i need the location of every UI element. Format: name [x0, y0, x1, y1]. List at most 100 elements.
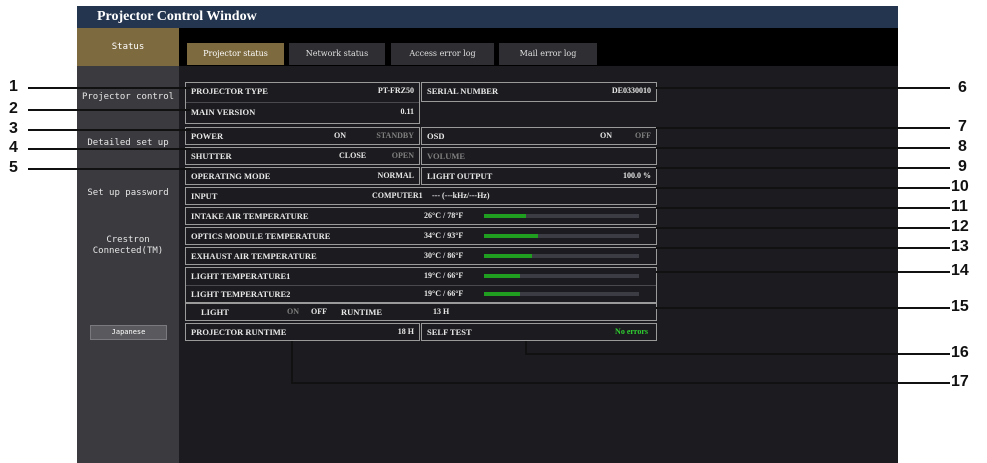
callout-number: 10	[951, 178, 969, 195]
tab-network-status[interactable]: Network status	[289, 43, 385, 65]
runtime-label: RUNTIME	[341, 307, 383, 317]
callout-number: 1	[9, 78, 18, 95]
projector-type-panel: PROJECTOR TYPE PT-FRZ50 MAIN VERSION 0.1…	[185, 82, 420, 124]
callout-line	[291, 341, 293, 384]
volume-label: VOLUME	[427, 151, 466, 161]
tab-bar: Projector status Network status Access e…	[179, 28, 898, 66]
callout-number: 15	[951, 298, 969, 315]
temp-bar	[484, 254, 639, 258]
divider	[186, 285, 656, 286]
temp-label: LIGHT TEMPERATURE1	[191, 271, 291, 281]
power-standby: STANDBY	[376, 131, 414, 140]
tab-mail-error-log[interactable]: Mail error log	[499, 43, 597, 65]
temp-bar-fill	[484, 214, 526, 218]
tab-access-error-log[interactable]: Access error log	[391, 43, 494, 65]
callout-line	[656, 127, 950, 129]
sidebar-item-status[interactable]: Status	[77, 28, 179, 66]
temp-bar-fill	[484, 234, 539, 238]
callout-number: 11	[951, 198, 968, 215]
light-output-panel: LIGHT OUTPUT 100.0 %	[421, 167, 657, 185]
callout-line	[656, 187, 950, 189]
callout-line	[28, 109, 191, 111]
callout-line	[656, 271, 950, 273]
callout-line	[656, 87, 950, 89]
callout-number: 14	[951, 262, 969, 279]
temp-label: OPTICS MODULE TEMPERATURE	[191, 231, 331, 241]
temp-value: 19°C / 66°F	[424, 271, 464, 280]
intake-temp-panel: INTAKE AIR TEMPERATURE 26°C / 78°F	[185, 207, 657, 225]
temp-value: 26°C / 78°F	[424, 211, 464, 220]
self-test-panel: SELF TEST No errors	[421, 323, 657, 341]
self-test-value: No errors	[615, 327, 648, 336]
input-signal: --- (---kHz/---Hz)	[432, 191, 490, 200]
temp-bar-fill	[484, 292, 520, 296]
self-test-label: SELF TEST	[427, 327, 472, 337]
callout-number: 9	[958, 158, 967, 175]
callout-number: 13	[951, 238, 969, 255]
light-label: LIGHT	[201, 307, 229, 317]
sidebar-item-label: Detailed set up	[87, 138, 169, 148]
osd-on: ON	[600, 131, 612, 140]
callout-line	[656, 227, 950, 229]
callout-number: 3	[9, 120, 18, 137]
callout-number: 5	[9, 159, 18, 176]
temp-bar-fill	[484, 254, 533, 258]
language-button[interactable]: Japanese	[90, 325, 167, 340]
sidebar-item-label: Crestron Connected(TM)	[92, 235, 164, 256]
input-panel: INPUT COMPUTER1 --- (---kHz/---Hz)	[185, 187, 657, 205]
callout-number: 12	[951, 218, 969, 235]
light-temp-panel: LIGHT TEMPERATURE1 19°C / 66°F LIGHT TEM…	[185, 267, 657, 303]
exhaust-temp-panel: EXHAUST AIR TEMPERATURE 30°C / 86°F	[185, 247, 657, 265]
shutter-panel: SHUTTER CLOSE OPEN	[185, 147, 420, 165]
light-output-label: LIGHT OUTPUT	[427, 171, 493, 181]
operating-mode-value: NORMAL	[377, 171, 414, 180]
temp-label: INTAKE AIR TEMPERATURE	[191, 211, 309, 221]
input-value: COMPUTER1	[372, 191, 423, 200]
callout-line	[656, 147, 950, 149]
main-version-value: 0.11	[400, 107, 414, 116]
callout-number: 7	[958, 118, 967, 135]
projector-type-value: PT-FRZ50	[377, 86, 414, 95]
sidebar-item-label: Projector control	[81, 92, 175, 102]
callout-line	[656, 167, 950, 169]
temp-bar-fill	[484, 274, 520, 278]
temp-bar	[484, 274, 639, 278]
osd-panel: OSD ON OFF	[421, 127, 657, 145]
power-label: POWER	[191, 131, 224, 141]
projector-runtime-label: PROJECTOR RUNTIME	[191, 327, 287, 337]
sidebar-item-projector-control[interactable]: Projector control	[77, 92, 179, 103]
callout-line	[28, 129, 191, 131]
light-panel: LIGHT ON OFF RUNTIME 13 H	[185, 303, 657, 321]
sidebar-item-label: Status	[111, 42, 145, 52]
sidebar-item-setup-password[interactable]: Set up password	[77, 188, 179, 199]
callout-line	[291, 382, 950, 384]
osd-off: OFF	[635, 131, 651, 140]
projector-type-label: PROJECTOR TYPE	[191, 86, 268, 96]
status-content: PROJECTOR TYPE PT-FRZ50 MAIN VERSION 0.1…	[179, 66, 898, 463]
shutter-close: CLOSE	[339, 151, 367, 160]
projector-control-window: Projector Control Window Status Projecto…	[77, 6, 898, 463]
callout-number: 16	[951, 344, 969, 361]
power-panel: POWER ON STANDBY	[185, 127, 420, 145]
temp-value: 30°C / 86°F	[424, 251, 464, 260]
callout-number: 6	[958, 79, 967, 96]
sidebar-item-label: Set up password	[87, 188, 169, 198]
serial-number-panel: SERIAL NUMBER DE0330010	[421, 82, 657, 102]
callout-number: 8	[958, 138, 967, 155]
operating-mode-label: OPERATING MODE	[191, 171, 271, 181]
projector-runtime-panel: PROJECTOR RUNTIME 18 H	[185, 323, 420, 341]
sidebar-item-crestron[interactable]: Crestron Connected(TM)	[77, 235, 179, 257]
light-off: OFF	[311, 307, 327, 316]
temp-label: LIGHT TEMPERATURE2	[191, 289, 291, 299]
callout-line	[525, 353, 950, 355]
callout-line	[28, 168, 191, 170]
callout-line	[656, 207, 950, 209]
sidebar: Status Projector control Detailed set up…	[77, 28, 179, 463]
osd-label: OSD	[427, 131, 445, 141]
callout-line	[28, 87, 191, 89]
temp-value: 19°C / 66°F	[424, 289, 464, 298]
projector-runtime-value: 18 H	[397, 327, 414, 336]
serial-number-label: SERIAL NUMBER	[427, 86, 499, 96]
tab-projector-status[interactable]: Projector status	[187, 43, 284, 65]
callout-line	[28, 148, 191, 150]
